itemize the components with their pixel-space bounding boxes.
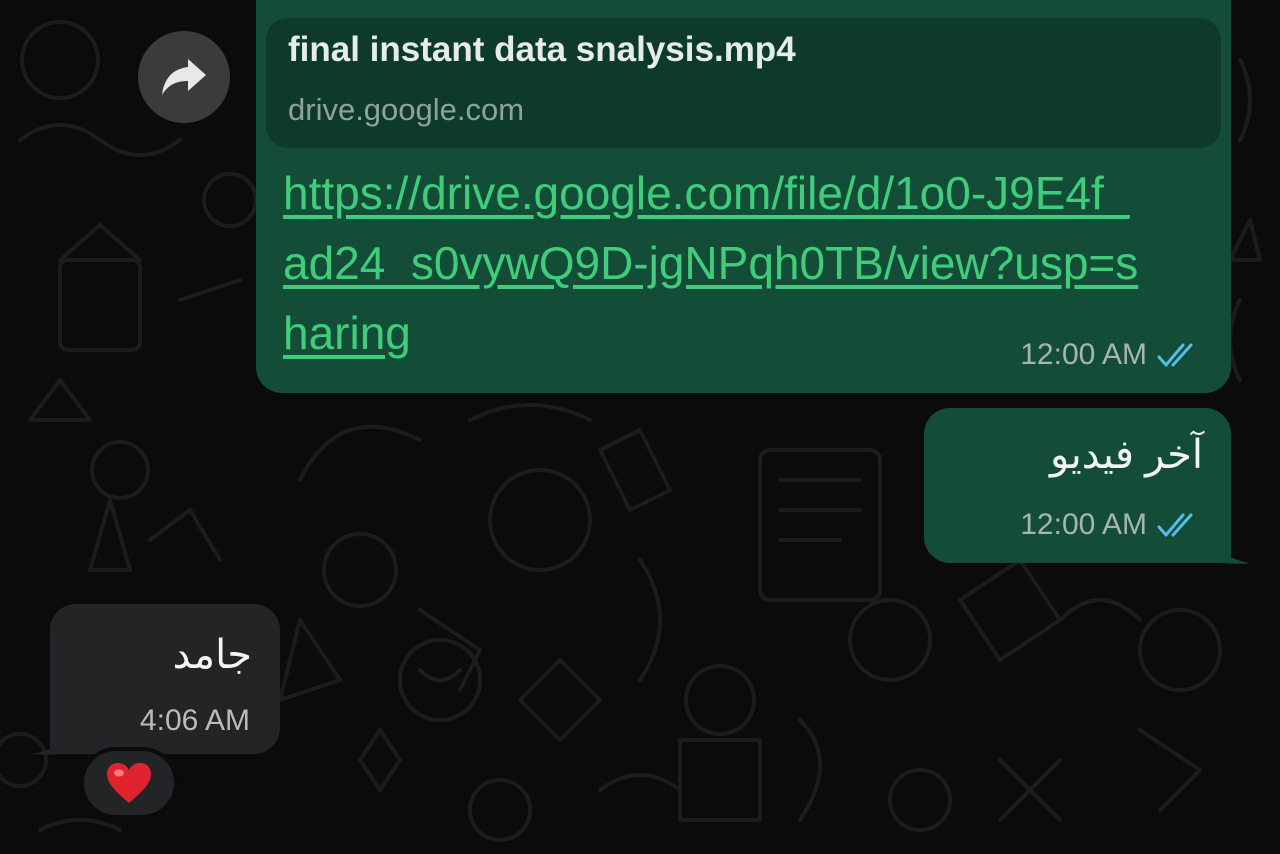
link-preview-title: final instant data snalysis.mp4 [288,30,796,69]
outgoing-link-message-bubble[interactable]: final instant data snalysis.mp4 drive.go… [256,0,1231,393]
double-check-read-icon [1157,343,1193,367]
red-heart-emoji [107,763,151,803]
message-text: جامد [172,633,252,677]
forward-button[interactable] [138,31,230,123]
forward-arrow-icon [162,59,206,95]
message-meta: 12:00 AM [1020,508,1203,542]
outgoing-bubble-tail [1206,525,1250,564]
incoming-bubble-tail [32,716,76,755]
message-time: 12:00 AM [1020,338,1147,371]
message-link-url[interactable]: https://drive.google.com/file/d/1o0-J9E4… [283,158,1143,368]
message-meta: 12:00 AM [1020,338,1203,372]
message-time: 4:06 AM [139,704,250,737]
incoming-text-message-bubble[interactable]: جامد 4:06 AM [50,604,280,754]
outgoing-text-message-bubble[interactable]: آخر فيديو 12:00 AM [924,408,1231,563]
link-preview-domain: drive.google.com [288,92,525,127]
message-text: آخر فيديو [1049,433,1203,477]
message-time: 12:00 AM [1020,508,1147,541]
double-check-read-icon [1157,513,1193,537]
message-reaction[interactable] [80,747,178,819]
message-meta: 4:06 AM [140,704,250,738]
link-preview-card[interactable]: final instant data snalysis.mp4 drive.go… [266,18,1221,148]
